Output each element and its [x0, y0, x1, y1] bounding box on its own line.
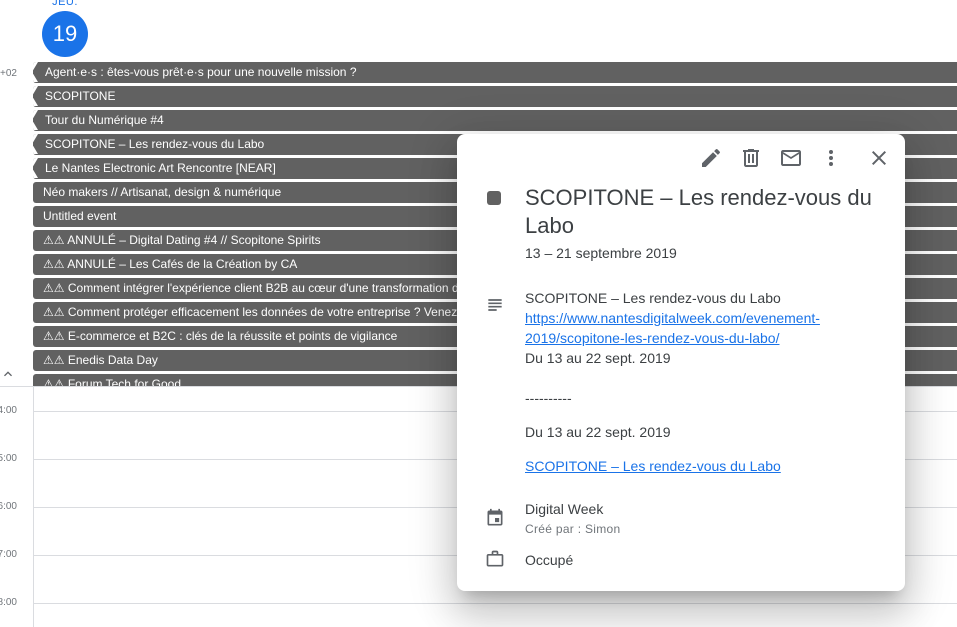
event-label: ⚠⚠ Enedis Data Day: [43, 353, 158, 367]
event-label: SCOPITONE – Les rendez-vous du Labo: [45, 137, 265, 151]
close-icon[interactable]: [867, 146, 891, 170]
event-label: Tour du Numérique #4: [45, 113, 164, 127]
notes-icon: [485, 295, 505, 315]
event-label: ⚠⚠ ANNULÉ – Les Cafés de la Création by …: [43, 257, 298, 271]
event-label: Néo makers // Artisanat, design & numéri…: [43, 185, 282, 199]
event-url-part1: https://www.nantesdigitalweek.com/evenem…: [525, 310, 820, 326]
day-name: JEU.: [52, 0, 78, 8]
more-vert-icon[interactable]: [819, 146, 843, 170]
hour-label: 8:00: [0, 597, 17, 608]
hour-label: 4:00: [0, 405, 17, 416]
event-label: ⚠⚠ E-commerce et B2C : clés de la réussi…: [43, 329, 398, 343]
event-label: ⚠⚠ Forum Tech for Good: [43, 377, 182, 386]
event-dates: 13 – 21 septembre 2019: [525, 245, 677, 261]
availability-status: Occupé: [525, 552, 574, 568]
description-separator: ----------: [525, 390, 572, 406]
event-label: ⚠⚠ ANNULÉ – Digital Dating #4 // Scopito…: [43, 233, 321, 247]
event-label: SCOPITONE: [45, 89, 116, 103]
event-title-link[interactable]: SCOPITONE – Les rendez-vous du Labo: [525, 456, 865, 476]
day-number[interactable]: 19: [42, 11, 88, 57]
description-line: Du 13 au 22 sept. 2019: [525, 350, 671, 366]
hour-label: 6:00: [0, 501, 17, 512]
event-title: SCOPITONE – Les rendez-vous du Labo: [525, 185, 872, 238]
allday-event-chip[interactable]: SCOPITONE: [33, 86, 957, 107]
briefcase-icon: [485, 549, 505, 569]
day-header: JEU. 19: [0, 0, 957, 62]
event-creator: Créé par : Simon: [525, 522, 621, 536]
calendar-name: Digital Week: [525, 501, 604, 517]
chevron-up-icon[interactable]: [0, 366, 16, 386]
calendar-icon: [485, 508, 505, 528]
hour-line: [33, 603, 957, 604]
description-line: SCOPITONE – Les rendez-vous du Labo: [525, 290, 781, 306]
description-spacer: [525, 368, 865, 388]
event-label: Untitled event: [43, 209, 117, 223]
event-color-square: [487, 191, 501, 205]
event-label: Agent·e·s : êtes-vous prêt·e·s pour une …: [45, 65, 357, 79]
description-spacer: [525, 408, 865, 422]
hour-label: 7:00: [0, 549, 17, 560]
event-url-link[interactable]: https://www.nantesdigitalweek.com/evenem…: [525, 308, 865, 348]
hour-label: 5:00: [0, 453, 17, 464]
allday-event-chip[interactable]: Tour du Numérique #4: [33, 110, 957, 131]
event-label: ⚠⚠ Comment intégrer l'expérience client …: [43, 281, 459, 295]
description-line: Du 13 au 22 sept. 2019: [525, 424, 671, 440]
edit-icon[interactable]: [699, 146, 723, 170]
event-description: SCOPITONE – Les rendez-vous du Labo http…: [525, 288, 865, 476]
event-details-popup: SCOPITONE – Les rendez-vous du Labo 13 –…: [457, 134, 905, 591]
event-label: ⚠⚠ Comment protéger efficacement les don…: [43, 305, 458, 319]
event-label: Le Nantes Electronic Art Rencontre [NEAR…: [45, 161, 276, 175]
delete-icon[interactable]: [739, 146, 763, 170]
email-icon[interactable]: [779, 146, 803, 170]
allday-event-chip[interactable]: Agent·e·s : êtes-vous prêt·e·s pour une …: [33, 62, 957, 83]
description-spacer: [525, 442, 865, 456]
timezone-label: +02: [0, 68, 17, 79]
event-url-part2: 2019/scopitone-les-rendez-vous-du-labo/: [525, 330, 780, 346]
